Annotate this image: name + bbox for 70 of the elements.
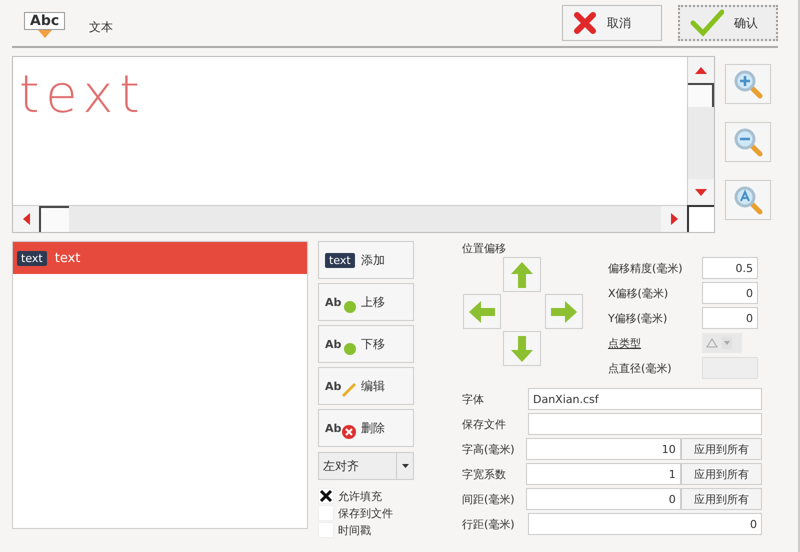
input-field[interactable]: 0: [528, 513, 762, 535]
section-title: 文本: [89, 18, 114, 36]
zoom-out-icon: [733, 127, 763, 157]
action-button[interactable]: Ab 编辑: [318, 367, 414, 405]
field-label: 点直径(毫米): [608, 360, 673, 376]
zoom-in-button[interactable]: [725, 64, 771, 104]
list-item[interactable]: text text: [13, 242, 307, 274]
dialog-button[interactable]: 确认: [678, 5, 778, 41]
scrollbar-thumb[interactable]: [39, 206, 69, 232]
dropdown-arrow-icon: [724, 341, 730, 345]
dropdown-arrow-icon: [402, 464, 408, 468]
checkbox-label: 时间戳: [338, 522, 371, 538]
field-label: 偏移精度(毫米): [608, 260, 684, 276]
triangle-icon: [706, 338, 718, 348]
field-label: X偏移(毫米): [608, 286, 670, 300]
align-dropdown[interactable]: 左对齐: [318, 452, 414, 480]
close-icon: [573, 11, 597, 35]
field-label: 字宽系数: [462, 466, 507, 482]
preview-text: text: [19, 65, 146, 125]
action-button[interactable]: Ab 删除: [318, 409, 414, 447]
group-title: 位置偏移: [462, 241, 506, 256]
zoom-in-icon: [733, 69, 763, 99]
arrow-right-icon: [551, 300, 577, 322]
action-button[interactable]: text 添加: [318, 241, 414, 279]
field-label: 间距(毫米): [462, 492, 516, 506]
field-label: 行距(毫米): [462, 516, 516, 532]
apply-all-button[interactable]: 应用到所有: [680, 488, 762, 510]
dialog-button[interactable]: 取消: [562, 5, 662, 41]
input-field[interactable]: 0.5: [702, 257, 758, 279]
checkbox[interactable]: [318, 488, 334, 504]
action-button[interactable]: Ab 下移: [318, 325, 414, 363]
input-field[interactable]: 0: [526, 488, 681, 510]
apply-all-button[interactable]: 应用到所有: [680, 438, 762, 460]
input-field[interactable]: 0: [702, 282, 758, 304]
magnifier-icon: [733, 185, 763, 215]
item-label: text: [54, 250, 80, 266]
abc-text-icon: Abc: [24, 12, 66, 30]
input-field[interactable]: 10: [526, 438, 681, 460]
arrow-left-icon: [469, 300, 495, 322]
checkbox-label: 保存到文件: [338, 506, 393, 520]
text-tag-icon: text: [325, 250, 355, 270]
input-field[interactable]: 0: [702, 307, 758, 329]
scroll-up-icon: [695, 66, 707, 74]
text-tag: text: [17, 250, 47, 266]
move-right-button[interactable]: [545, 294, 583, 329]
arrow-up-icon: [511, 262, 533, 288]
input-field[interactable]: [528, 413, 762, 435]
scrollbar-thumb[interactable]: [688, 85, 714, 107]
field-label: 保存文件: [462, 416, 507, 432]
zoom-out-button[interactable]: [725, 122, 771, 162]
scroll-right-icon: [670, 213, 678, 225]
horizontal-scrollbar[interactable]: [13, 205, 687, 232]
action-button[interactable]: Ab 上移: [318, 283, 414, 321]
input-field[interactable]: 1: [526, 463, 681, 485]
checkbox-label: 允许填充: [338, 488, 382, 504]
field-label: 点类型: [608, 336, 642, 350]
arrow-down-icon: [511, 336, 533, 362]
move-left-button[interactable]: [463, 294, 501, 329]
apply-all-button[interactable]: 应用到所有: [680, 463, 762, 485]
check-icon: [690, 9, 724, 37]
input-field[interactable]: DanXian.csf: [528, 388, 762, 410]
field-label: 字高(毫米): [462, 442, 516, 456]
scroll-down-icon: [695, 188, 707, 196]
move-down-button[interactable]: [503, 331, 541, 366]
move-up-button[interactable]: [503, 257, 541, 292]
zoom-fit-button[interactable]: [725, 180, 771, 220]
scroll-left-icon: [22, 213, 30, 225]
field-label: Y偏移(毫米): [608, 310, 668, 326]
vertical-scrollbar[interactable]: [687, 57, 714, 205]
field-label: 字体: [462, 392, 485, 406]
